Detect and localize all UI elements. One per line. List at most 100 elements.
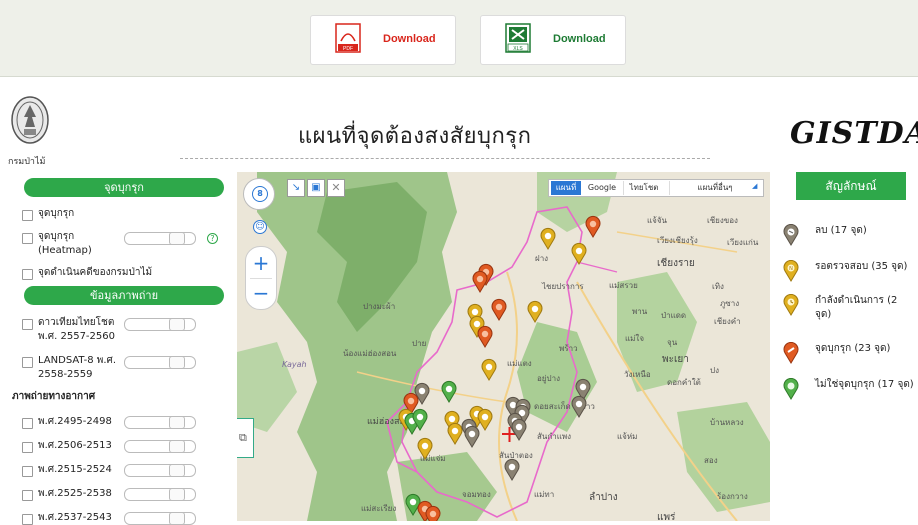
delete-marker-icon [783,223,799,246]
not-encroachment-marker-icon [783,377,799,400]
map-marker[interactable] [477,325,493,348]
encroachment-marker-icon [783,341,799,364]
layer-landsat-label: LANDSAT-8 พ.ศ. 2558-2559 [38,355,117,380]
draw-area-icon[interactable]: ▣ [307,179,325,197]
map-marker[interactable] [472,270,488,293]
page-title: แผนที่จุดต้องสงสัยบุกรุก [298,124,532,149]
clear-icon[interactable]: ✕ [327,179,345,197]
aerial-year-slider[interactable] [124,464,196,477]
map-marker[interactable] [491,298,507,321]
svg-text:PDF: PDF [343,46,353,52]
legend-item: ไม่ใช่จุดบุกรุก (17 จุด) [782,377,914,403]
aerial-year-checkbox[interactable] [22,466,33,477]
zoom-out-button[interactable]: − [246,279,276,307]
aerial-year-label: พ.ศ.2515-2524 [38,464,112,475]
aerial-year-checkbox[interactable] [22,442,33,453]
aerial-year-checkbox[interactable] [22,514,33,525]
thaichote-opacity-slider[interactable] [124,318,196,331]
slider-handle[interactable] [169,512,185,525]
excel-file-icon: XLS [505,23,531,53]
aerial-year-slider[interactable] [124,512,196,525]
pdf-file-icon: PDF [335,23,361,53]
map-type-switcher: แผนที่ Google ไทยโชต แผนที่อื่นๆ ◢ [548,179,764,197]
layer-heatmap-checkbox[interactable] [22,233,33,244]
help-icon[interactable]: ? [207,233,218,244]
title-divider [180,158,710,159]
aerial-year-slider[interactable] [124,416,196,429]
zoom-level-indicator: 8 [252,186,268,202]
zoom-control: + − [245,246,277,310]
legend-item: ลบ (17 จุด) [782,223,867,249]
map-marker[interactable] [504,458,520,481]
slider-handle[interactable] [169,232,185,245]
layer-prosecution-label: จุดดำเนินคดีของกรมป่าไม้ [38,267,153,278]
royal-forest-department-emblem [11,96,49,144]
map-marker[interactable] [571,242,587,265]
legend-panel: สัญลักษณ์ ลบ (17 จุด) N รอตรวจสอบ (35 จุ… [772,172,918,521]
map-marker[interactable] [477,408,493,431]
aerial-year-label: พ.ศ.2506-2513 [38,440,112,451]
download-bar: PDF Download XLS Download [0,0,918,77]
sidebar-toggle-tab[interactable]: ⧉ [237,418,254,458]
map-marker[interactable] [441,380,457,403]
heatmap-opacity-slider[interactable] [124,232,196,245]
slider-handle[interactable] [169,356,185,369]
legend-item: กำลังดำเนินการ (2 จุด) [782,293,897,320]
in-progress-marker-icon [783,293,799,316]
map-marker[interactable] [447,422,463,445]
map-marker[interactable] [585,215,601,238]
slider-handle[interactable] [169,440,185,453]
map-type-option[interactable]: Google [585,181,619,195]
slider-handle[interactable] [169,416,185,429]
svg-text:XLS: XLS [513,46,523,52]
download-pdf-label: Download [383,33,436,45]
download-xls-button[interactable]: XLS Download [480,15,626,65]
layer-encroachment-label: จุดบุกรุก [38,208,75,219]
slider-handle[interactable] [169,488,185,501]
layer-panel: จุดบุกรุก จุดบุกรุก จุดบุกรุก (Heatmap) ?… [0,172,236,525]
legend-item: จุดบุกรุก (23 จุด) [782,341,890,367]
department-label: กรมป่าไม้ [8,156,46,166]
legend-item: N รอตรวจสอบ (35 จุด) [782,259,907,285]
aerial-photo-heading: ภาพถ่ายทางอากาศ [12,391,96,402]
dropdown-arrow-icon: ◢ [752,182,758,190]
layer-heatmap-label: จุดบุกรุก (Heatmap) [38,231,92,256]
map-type-option[interactable]: ไทยโชต [623,181,664,195]
layer-prosecution-checkbox[interactable] [22,269,33,280]
aerial-year-label: พ.ศ.2525-2538 [38,488,112,499]
layer-thaichote-checkbox[interactable] [22,319,33,330]
section-imagery-header[interactable]: ข้อมูลภาพถ่าย [24,286,224,305]
layer-landsat-checkbox[interactable] [22,357,33,368]
layer-encroachment-checkbox[interactable] [22,210,33,221]
map-marker[interactable] [527,300,543,323]
map-marker[interactable] [425,505,441,521]
draw-line-icon[interactable]: ↘ [287,179,305,197]
svg-text:N: N [789,266,793,272]
slider-handle[interactable] [169,318,185,331]
map-type-option[interactable]: แผนที่ [551,181,581,195]
accessibility-icon[interactable]: ☺ [253,220,267,234]
download-pdf-button[interactable]: PDF Download [310,15,456,65]
encroachment-markers[interactable] [237,172,770,521]
map-marker[interactable] [405,493,421,516]
map-marker[interactable] [464,425,480,448]
aerial-year-slider[interactable] [124,440,196,453]
map-marker[interactable] [571,395,587,418]
layer-thaichote-label: ดาวเทียมไทยโชต พ.ศ. 2557-2560 [38,317,115,342]
map-canvas[interactable]: แจ้จัน เชียงของ เวียงเชียงรุ้ง เวียงแก่น… [237,172,770,521]
slider-handle[interactable] [169,464,185,477]
map-marker[interactable] [481,358,497,381]
map-marker[interactable] [417,437,433,460]
map-type-dropdown[interactable]: แผนที่อื่นๆ [669,181,760,195]
pan-control[interactable]: 8 [243,178,275,210]
gistda-logo: GISTDA [790,116,918,151]
zoom-in-button[interactable]: + [246,249,276,277]
aerial-year-checkbox[interactable] [22,490,33,501]
aerial-year-slider[interactable] [124,488,196,501]
landsat-opacity-slider[interactable] [124,356,196,369]
map-marker[interactable] [540,227,556,250]
map-marker[interactable] [511,418,527,441]
copy-icon: ⧉ [239,431,247,444]
section-encroachment-header[interactable]: จุดบุกรุก [24,178,224,197]
aerial-year-checkbox[interactable] [22,418,33,429]
